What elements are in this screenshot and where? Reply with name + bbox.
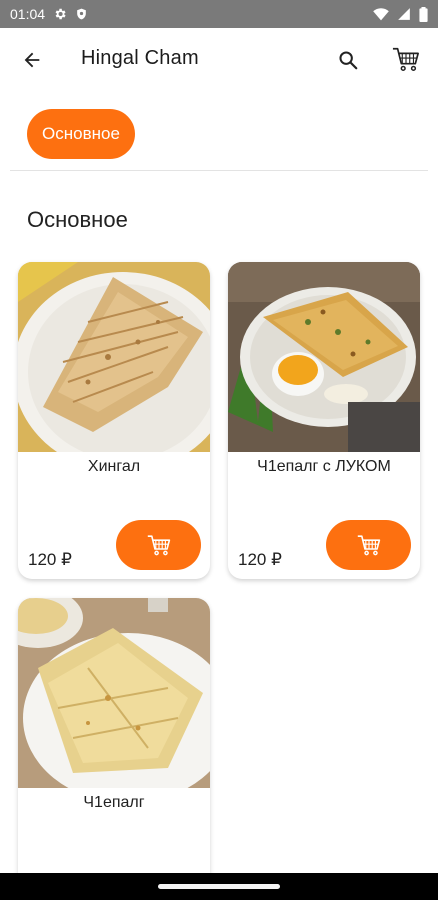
- product-price: 120 ₽: [28, 550, 72, 569]
- page-title: Hingal Cham: [81, 47, 199, 69]
- add-to-cart-button[interactable]: [116, 520, 201, 570]
- status-bar: 01:04: [0, 0, 438, 28]
- gear-icon: [53, 7, 67, 21]
- product-card[interactable]: Хингал 120 ₽: [18, 262, 210, 579]
- section-title: Основное: [27, 207, 128, 232]
- divider: [10, 170, 428, 171]
- product-name: Ч1епалг: [83, 794, 145, 811]
- product-image: [18, 262, 210, 452]
- add-to-cart-button[interactable]: [326, 520, 411, 570]
- app-bar: Hingal Cham: [0, 28, 438, 92]
- home-indicator[interactable]: [158, 884, 280, 889]
- product-card[interactable]: Ч1епалг: [18, 598, 210, 888]
- battery-icon: [419, 6, 428, 22]
- category-chip-osnovnoe[interactable]: Основное: [27, 109, 135, 159]
- status-time: 01:04: [10, 6, 46, 22]
- product-image: [228, 262, 420, 452]
- product-price: 120 ₽: [238, 550, 282, 569]
- product-name: Ч1епалг с ЛУКОМ: [257, 458, 391, 475]
- back-button[interactable]: [16, 44, 48, 76]
- product-image: [18, 598, 210, 788]
- shield-icon: [75, 7, 88, 21]
- cart-icon: [392, 47, 419, 71]
- cart-add-icon: [357, 535, 380, 556]
- search-button[interactable]: [331, 44, 365, 76]
- cart-add-icon: [147, 535, 170, 556]
- signal-icon: [397, 7, 411, 21]
- cart-button[interactable]: [388, 42, 424, 76]
- product-name: Хингал: [87, 458, 141, 475]
- navigation-bar: [0, 873, 438, 900]
- product-card[interactable]: Ч1епалг с ЛУКОМ 120 ₽: [228, 262, 420, 579]
- search-icon: [339, 51, 358, 70]
- wifi-icon: [373, 7, 389, 21]
- arrow-left-icon: [24, 52, 40, 68]
